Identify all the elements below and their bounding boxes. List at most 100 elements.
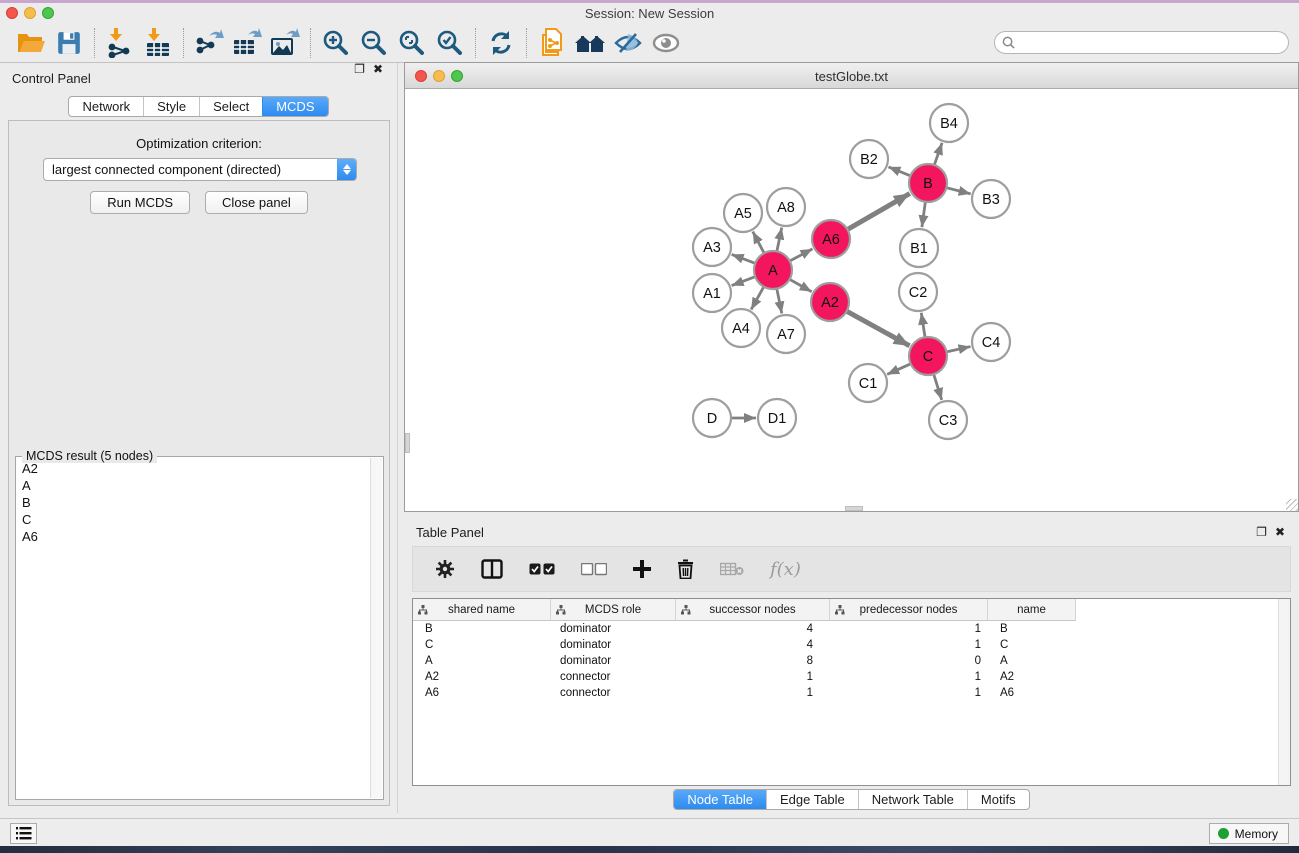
mcds-result-item[interactable]: B (17, 494, 369, 511)
table-cell[interactable]: 1 (830, 637, 988, 653)
tab-network[interactable]: Network (69, 97, 143, 116)
bottom-tab-motifs[interactable]: Motifs (967, 790, 1029, 809)
search-input[interactable] (1020, 36, 1270, 50)
graph-node-C1[interactable]: C1 (849, 364, 887, 402)
delete-table-icon[interactable] (720, 561, 744, 577)
table-cell[interactable]: 4 (676, 621, 830, 637)
refresh-icon[interactable] (482, 26, 520, 60)
import-network-icon[interactable] (101, 26, 139, 60)
graph-edge-C-C3[interactable] (934, 374, 942, 400)
task-history-button[interactable] (10, 823, 37, 844)
graph-node-C4[interactable]: C4 (972, 323, 1010, 361)
graph-edge-C-C2[interactable] (921, 313, 925, 337)
graph-node-A7[interactable]: A7 (767, 315, 805, 353)
graph-edge-A2-C[interactable] (847, 311, 910, 346)
column-header-shared-name[interactable]: shared name (413, 599, 551, 621)
tab-style[interactable]: Style (143, 97, 199, 116)
select-all-columns-icon[interactable] (529, 563, 555, 576)
graph-edge-A-A3[interactable] (732, 254, 756, 263)
table-cell[interactable]: B (988, 621, 1076, 637)
mcds-result-item[interactable]: A6 (17, 528, 369, 545)
save-icon[interactable] (50, 26, 88, 60)
graph-node-C3[interactable]: C3 (929, 401, 967, 439)
table-cell[interactable]: A6 (988, 685, 1076, 701)
float-table-panel-icon[interactable]: ❐ (1256, 526, 1267, 539)
table-cell[interactable]: A6 (413, 685, 551, 701)
zoom-out-icon[interactable] (355, 26, 393, 60)
table-cell[interactable]: C (413, 637, 551, 653)
table-cell[interactable]: dominator (551, 653, 676, 669)
table-scrollbar[interactable] (1278, 599, 1290, 785)
delete-column-trash-icon[interactable] (677, 559, 694, 579)
table-cell[interactable]: B (413, 621, 551, 637)
column-header-name[interactable]: name (988, 599, 1076, 621)
export-image-icon[interactable] (266, 26, 304, 60)
column-header-successor-nodes[interactable]: successor nodes (676, 599, 830, 621)
bottom-tab-network-table[interactable]: Network Table (858, 790, 967, 809)
table-cell[interactable]: A2 (413, 669, 551, 685)
export-network-icon[interactable] (190, 26, 228, 60)
bottom-tab-node-table[interactable]: Node Table (674, 790, 766, 809)
table-settings-gear-icon[interactable] (435, 559, 455, 579)
duplicate-network-icon[interactable] (533, 26, 571, 60)
close-table-panel-icon[interactable]: ✖ (1275, 526, 1285, 539)
table-cell[interactable]: 1 (676, 669, 830, 685)
graph-node-A4[interactable]: A4 (722, 309, 760, 347)
open-folder-icon[interactable] (12, 26, 50, 60)
function-builder-icon[interactable]: f(x) (770, 559, 801, 580)
close-panel-icon[interactable]: ✖ (373, 63, 383, 75)
graph-edge-B-B4[interactable] (934, 143, 942, 165)
graph-node-A1[interactable]: A1 (693, 274, 731, 312)
graph-edge-B-B2[interactable] (888, 167, 910, 176)
bottom-tab-edge-table[interactable]: Edge Table (766, 790, 858, 809)
float-panel-icon[interactable]: ❐ (354, 63, 365, 75)
add-column-icon[interactable] (633, 560, 651, 578)
graph-node-C[interactable]: C (909, 337, 947, 375)
graph-node-A5[interactable]: A5 (724, 194, 762, 232)
table-cell[interactable]: connector (551, 685, 676, 701)
graph-node-B[interactable]: B (909, 164, 947, 202)
tab-select[interactable]: Select (199, 97, 262, 116)
graph-edge-A-A7[interactable] (777, 289, 782, 314)
graph-edge-B-B3[interactable] (946, 188, 970, 194)
graph-node-A6[interactable]: A6 (812, 220, 850, 258)
memory-button[interactable]: Memory (1209, 823, 1289, 844)
zoom-in-icon[interactable] (317, 26, 355, 60)
close-panel-button[interactable]: Close panel (205, 191, 308, 214)
export-table-icon[interactable] (228, 26, 266, 60)
split-table-view-icon[interactable] (481, 559, 503, 579)
search-field[interactable] (994, 31, 1289, 54)
column-header-predecessor-nodes[interactable]: predecessor nodes (830, 599, 988, 621)
criterion-select[interactable]: largest connected component (directed) (43, 158, 357, 181)
mcds-result-item[interactable]: A (17, 477, 369, 494)
table-cell[interactable]: 1 (830, 685, 988, 701)
run-mcds-button[interactable]: Run MCDS (90, 191, 190, 214)
graph-edge-A-A2[interactable] (790, 279, 812, 291)
graph-edge-A-A6[interactable] (790, 249, 813, 261)
table-cell[interactable]: C (988, 637, 1076, 653)
table-cell[interactable]: 8 (676, 653, 830, 669)
result-list-scrollbar[interactable] (370, 458, 382, 798)
graph-edge-A-A4[interactable] (751, 287, 764, 310)
table-cell[interactable]: 1 (830, 669, 988, 685)
window-resize-grip[interactable] (1286, 499, 1298, 511)
mcds-result-item[interactable]: C (17, 511, 369, 528)
zoom-selected-icon[interactable] (431, 26, 469, 60)
graph-node-A8[interactable]: A8 (767, 188, 805, 226)
column-header-mcds-role[interactable]: MCDS role (551, 599, 676, 621)
graph-edge-A-A1[interactable] (732, 277, 756, 286)
graph-node-A3[interactable]: A3 (693, 228, 731, 266)
graph-node-B4[interactable]: B4 (930, 104, 968, 142)
mcds-result-item[interactable]: A2 (17, 460, 369, 477)
table-cell[interactable]: connector (551, 669, 676, 685)
hide-graphics-details-icon[interactable] (609, 26, 647, 60)
table-cell[interactable]: dominator (551, 621, 676, 637)
splitter-grip-left[interactable] (405, 433, 410, 453)
table-cell[interactable]: A (988, 653, 1076, 669)
unselect-all-columns-icon[interactable] (581, 563, 607, 576)
graph-edge-B-B1[interactable] (922, 202, 926, 227)
table-row[interactable]: Cdominator41C (413, 637, 1290, 653)
network-canvas[interactable]: B4B2BB3A8A5A6A3B1AA1C2A2A4A7C4CC1DD1C3 (405, 89, 1298, 511)
graph-node-A2[interactable]: A2 (811, 283, 849, 321)
tab-mcds[interactable]: MCDS (262, 97, 327, 116)
